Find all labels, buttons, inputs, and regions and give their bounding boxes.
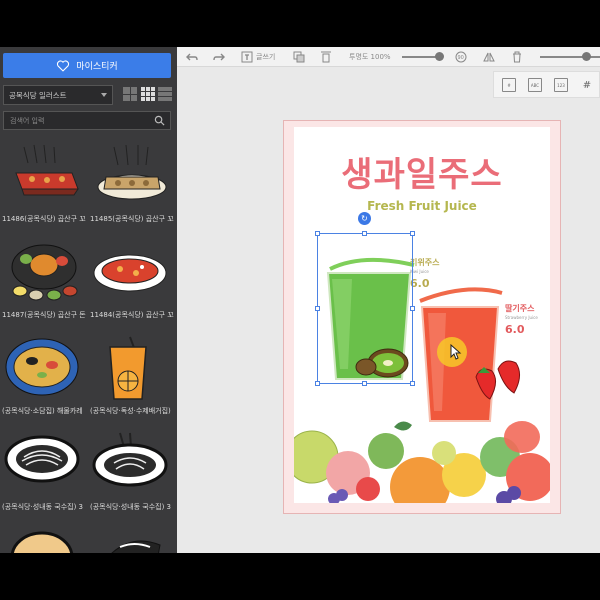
resize-handle-right[interactable] xyxy=(410,306,415,311)
align-icon[interactable] xyxy=(320,51,332,63)
sticker-caption: (공목식당·성내동 국수집) 3 xyxy=(2,503,83,511)
resize-handle-left[interactable] xyxy=(315,306,320,311)
sticker-item[interactable]: (공목식당·소담집) 해물카레 xyxy=(0,335,88,425)
opacity-slider-handle[interactable] xyxy=(435,52,444,61)
sticker-item[interactable] xyxy=(0,527,88,553)
sticker-caption: 11485(공목식당) 곱산구 꼬 xyxy=(90,215,174,223)
search-placeholder: 검색어 입력 xyxy=(10,116,45,125)
trash-icon[interactable] xyxy=(511,51,523,63)
my-sticker-button[interactable]: 마이스티커 xyxy=(3,53,171,78)
egg-illustration xyxy=(10,531,74,553)
sticker-caption: (공목식당·성내동 국수집) 3 xyxy=(90,503,171,511)
layout-abc-icon[interactable]: ABC xyxy=(528,78,542,92)
sticker-caption: 11487(공목식당) 곱산구 돈 xyxy=(2,311,86,319)
view-large-grid-button[interactable] xyxy=(123,87,137,101)
noodle-bowl-illustration xyxy=(92,432,168,487)
frame-icon[interactable]: 123 xyxy=(554,78,568,92)
zoom-slider[interactable] xyxy=(540,56,600,58)
resize-handle-bottom-right[interactable] xyxy=(410,381,415,386)
resize-handle-top[interactable] xyxy=(362,231,367,236)
sticker-search-input[interactable]: 검색어 입력 xyxy=(3,111,171,130)
view-list-button[interactable] xyxy=(158,87,172,101)
sticker-item[interactable]: (공목식당·성내동 국수집) 3 xyxy=(0,431,88,521)
sticker-item[interactable]: 11485(공목식당) 곱산구 꼬 xyxy=(88,143,176,233)
drink-price[interactable]: 6.0 xyxy=(505,323,525,336)
dish-illustration xyxy=(111,540,161,553)
sticker-item[interactable]: (공목식당·성내동 국수집) 3 xyxy=(88,431,176,521)
category-select[interactable]: 공목식당 일러스트 xyxy=(3,85,113,105)
text-tool-label[interactable]: 글쓰기 xyxy=(256,52,275,62)
sticker-caption: (공목식당·독성·수제배거집) xyxy=(90,407,171,415)
poster-title[interactable]: 생과일주스 xyxy=(294,147,550,196)
my-sticker-label: 마이스티커 xyxy=(76,62,118,72)
rotate-90-icon[interactable]: 90 xyxy=(455,51,467,63)
redo-icon[interactable] xyxy=(213,51,225,63)
sticker-item[interactable] xyxy=(88,527,176,553)
grid-icon[interactable]: # xyxy=(580,78,594,92)
view-small-grid-button[interactable] xyxy=(141,87,155,101)
orange-juice-illustration xyxy=(109,336,147,400)
page-tools: # ABC 123 # xyxy=(493,71,600,98)
rotate-handle-icon[interactable]: ↻ xyxy=(358,212,371,225)
resize-handle-top-left[interactable] xyxy=(315,231,320,236)
undo-icon[interactable] xyxy=(186,51,198,63)
grilled-skewers-illustration xyxy=(97,144,167,200)
stew-dish-illustration xyxy=(93,254,167,292)
fruit-border-illustration xyxy=(294,421,550,503)
search-icon[interactable] xyxy=(154,115,165,126)
drink-name[interactable]: 키위주스 xyxy=(410,257,439,268)
seafood-curry-illustration xyxy=(5,338,79,396)
editor-toolbar: 글쓰기 투명도 100% 90 xyxy=(177,47,600,67)
sticker-item[interactable]: (공목식당·독성·수제배거집) xyxy=(88,335,176,425)
pork-cutlet-platter-illustration xyxy=(11,244,78,301)
drink-name[interactable]: 딸기주스 xyxy=(505,303,534,314)
sticker-caption: 11486(공목식당) 곱산구 꼬 xyxy=(2,215,86,223)
category-select-value: 공목식당 일러스트 xyxy=(9,90,67,100)
resize-handle-top-right[interactable] xyxy=(410,231,415,236)
sticker-caption: 11484(공목식당) 곱산구 꼬 xyxy=(90,311,174,319)
grilled-skewers-illustration xyxy=(15,144,79,196)
sticker-item[interactable]: 11487(공목식당) 곱산구 돈 xyxy=(0,239,88,329)
flip-icon[interactable] xyxy=(483,51,495,63)
poster-subtitle[interactable]: Fresh Fruit Juice xyxy=(294,199,550,213)
sticker-caption: (공목식당·소담집) 해물카레 xyxy=(2,407,83,415)
selection-box[interactable] xyxy=(317,233,413,384)
text-tool-icon[interactable] xyxy=(241,51,253,63)
zoom-slider-handle[interactable] xyxy=(582,52,591,61)
resize-handle-bottom[interactable] xyxy=(362,381,367,386)
drink-subtitle: Strawberry Juice xyxy=(505,315,538,320)
heart-icon xyxy=(57,59,70,72)
noodle-bowl-illustration xyxy=(4,435,80,483)
sticker-item[interactable]: 11486(공목식당) 곱산구 꼬 xyxy=(0,143,88,233)
chevron-down-icon xyxy=(101,93,107,97)
sticker-sidebar: 마이스티커 공목식당 일러스트 검색어 입력 11486(공목식당) 곱산구 꼬… xyxy=(0,47,177,553)
mouse-pointer-icon xyxy=(450,344,462,360)
layer-order-icon[interactable] xyxy=(293,51,305,63)
editor-app: 마이스티커 공목식당 일러스트 검색어 입력 11486(공목식당) 곱산구 꼬… xyxy=(0,47,600,553)
svg-text:90: 90 xyxy=(458,55,464,61)
resize-handle-bottom-left[interactable] xyxy=(315,381,320,386)
sticker-item[interactable]: 11484(공목식당) 곱산구 꼬 xyxy=(88,239,176,329)
page-number-icon[interactable]: # xyxy=(502,78,516,92)
opacity-label: 투명도 100% xyxy=(349,53,391,61)
